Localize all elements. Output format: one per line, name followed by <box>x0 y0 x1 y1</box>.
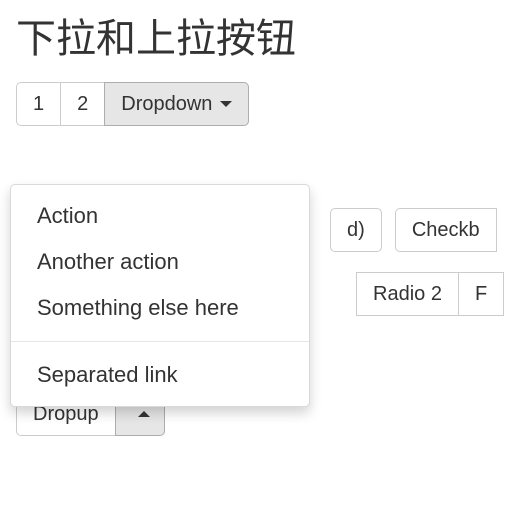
caret-down-icon <box>220 101 232 107</box>
btn-radio-partial[interactable]: F <box>458 272 504 316</box>
menu-item-separated[interactable]: Separated link <box>11 352 309 398</box>
section-heading: 下拉和上拉按钮 <box>16 6 490 64</box>
btn-1[interactable]: 1 <box>16 82 61 126</box>
btn-radio-2[interactable]: Radio 2 <box>356 272 459 316</box>
btn-partial-d[interactable]: d) <box>330 208 382 252</box>
dropdown-label: Dropdown <box>121 94 212 114</box>
dropdown-menu: Action Another action Something else her… <box>10 184 310 407</box>
caret-up-icon <box>138 411 150 417</box>
menu-item-another[interactable]: Another action <box>11 239 309 285</box>
dropdown-toggle[interactable]: Dropdown <box>104 82 249 126</box>
button-group-1: 1 2 Dropdown <box>16 82 249 126</box>
menu-item-action[interactable]: Action <box>11 193 309 239</box>
menu-item-something[interactable]: Something else here <box>11 285 309 331</box>
menu-divider <box>11 341 309 342</box>
btn-2[interactable]: 2 <box>60 82 105 126</box>
btn-checkbox-partial[interactable]: Checkb <box>395 208 497 252</box>
